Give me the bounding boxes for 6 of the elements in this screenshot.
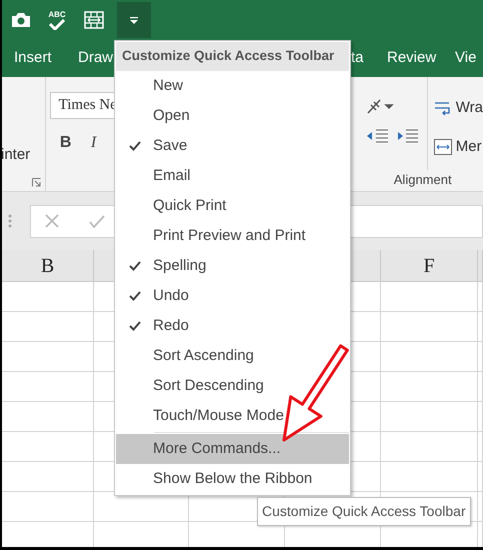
tooltip: Customize Quick Access Toolbar	[257, 497, 471, 526]
column-letter: B	[40, 254, 54, 278]
spelling-label: ABC	[48, 10, 66, 18]
group-label: Alignment	[392, 170, 453, 189]
menu-title: Customize Quick Access Toolbar	[116, 42, 349, 71]
column-letter: F	[423, 254, 435, 278]
